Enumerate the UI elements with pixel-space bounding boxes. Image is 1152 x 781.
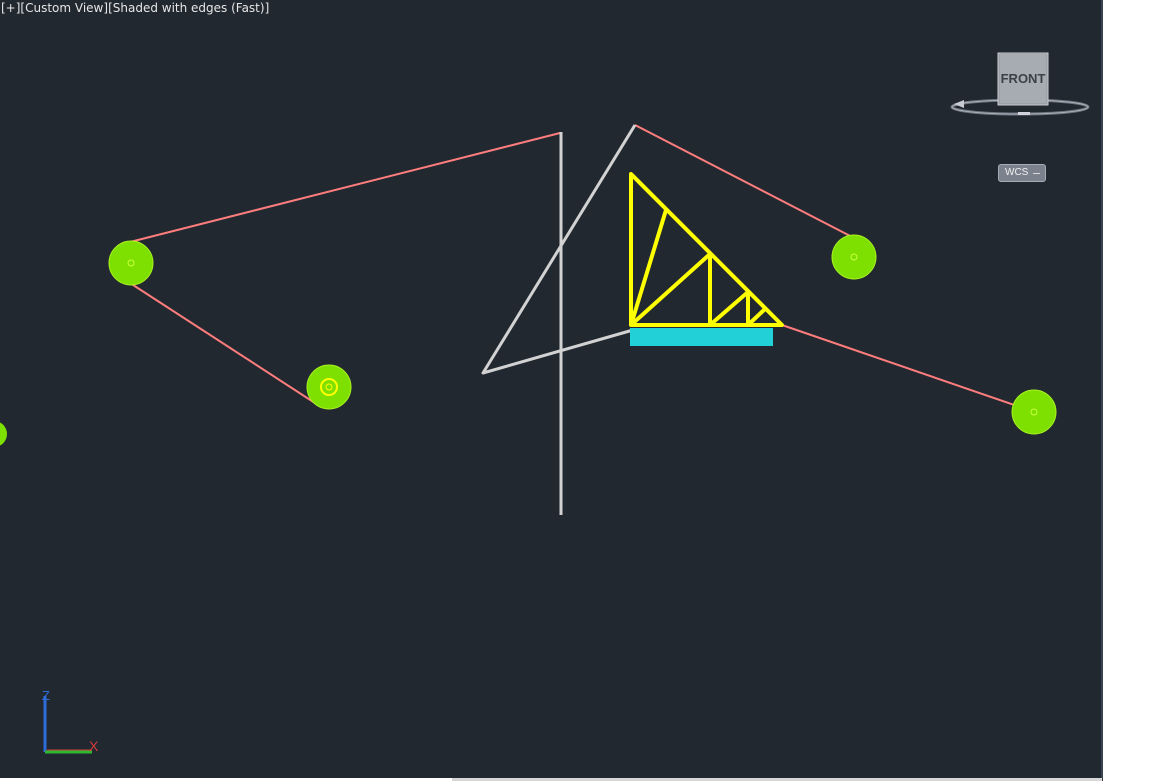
wire-right-lower[interactable]: [781, 324, 1021, 408]
wire-right-upper[interactable]: [634, 124, 859, 241]
roof-truss[interactable]: [629, 172, 784, 327]
guy-wires: [129, 124, 1021, 408]
anchor-node-partial[interactable]: [0, 421, 7, 447]
wire-left-lower[interactable]: [129, 282, 319, 406]
wcs-label: WCS: [1005, 167, 1029, 178]
model-scene: [0, 124, 1057, 515]
anchor-nodes: [0, 234, 1057, 447]
anchor-node[interactable]: [306, 364, 352, 410]
mast-frame: [481, 124, 637, 515]
anchor-node[interactable]: [108, 240, 154, 286]
viewcube[interactable]: FRONT: [950, 48, 1095, 123]
ucs-icon: Z X: [36, 686, 106, 758]
chevron-down-icon: [1033, 173, 1040, 174]
anchor-node[interactable]: [831, 234, 877, 280]
ucs-z-label: Z: [42, 688, 50, 703]
anchor-node[interactable]: [1011, 389, 1057, 435]
truss-base-plate[interactable]: [630, 328, 773, 346]
wire-left-upper[interactable]: [129, 132, 561, 243]
drawing-viewport[interactable]: [+] [Custom View] [Shaded with edges (Fa…: [0, 0, 1101, 778]
viewport-right-border: [1101, 0, 1103, 781]
ucs-x-label: X: [89, 738, 99, 754]
diagonal-frame[interactable]: [481, 124, 637, 375]
wcs-menu[interactable]: WCS: [998, 164, 1046, 182]
viewcube-face-front[interactable]: FRONT: [1001, 71, 1046, 86]
